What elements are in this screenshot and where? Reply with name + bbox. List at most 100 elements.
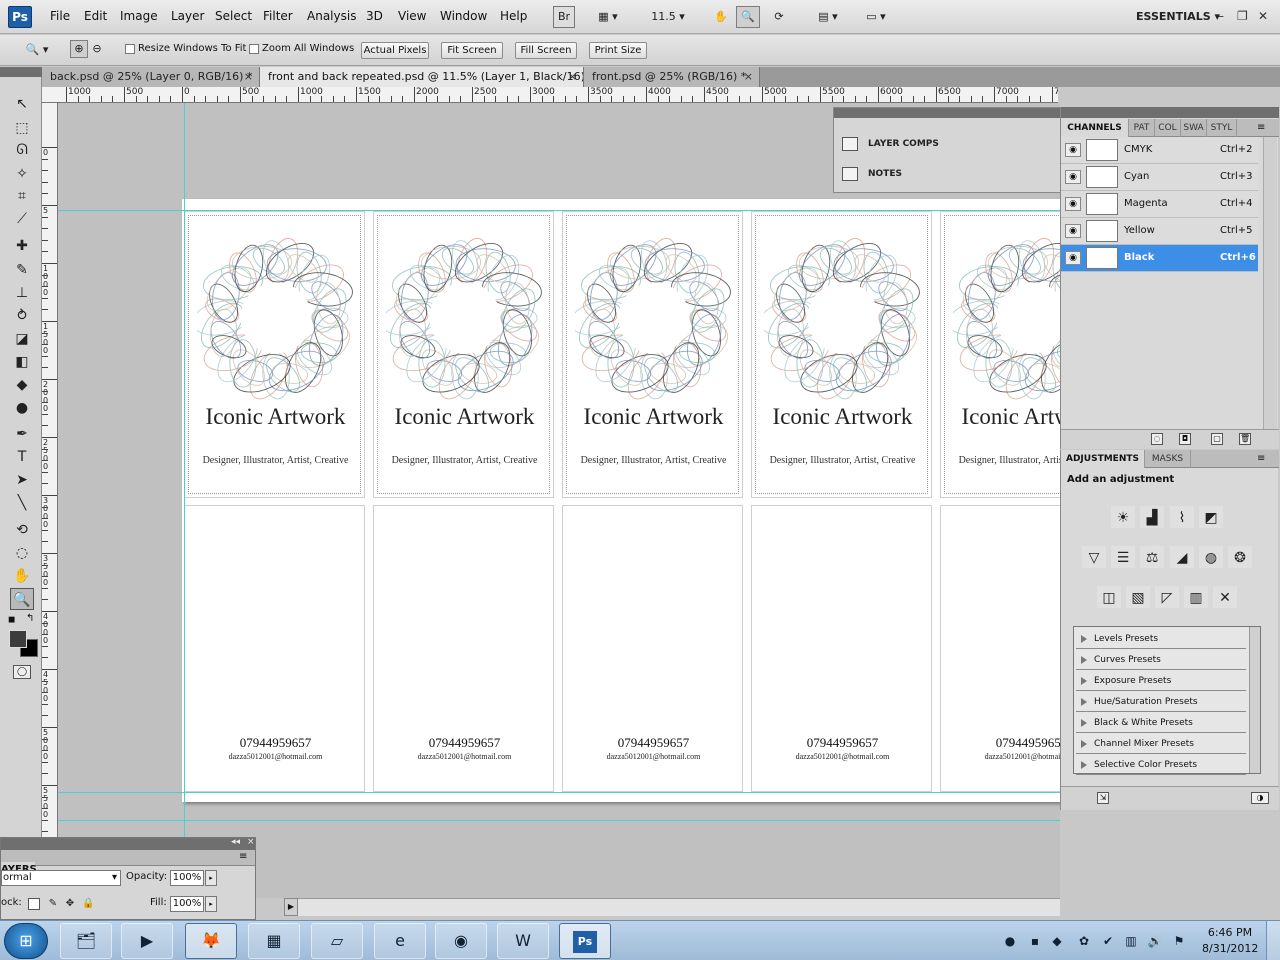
clip-to-layer-icon[interactable]: ◑ bbox=[1251, 792, 1269, 804]
hand-tool-icon[interactable]: ✋ bbox=[709, 6, 733, 28]
menu-help[interactable]: Help bbox=[500, 9, 527, 23]
3d-rotate-tool-icon[interactable]: ⟲ bbox=[10, 519, 34, 541]
tab-paths[interactable]: PAT bbox=[1129, 119, 1155, 137]
menu-image[interactable]: Image bbox=[120, 9, 158, 23]
lock-pixels-icon[interactable]: ✎ bbox=[47, 898, 59, 910]
posterize-icon[interactable]: ▧ bbox=[1126, 586, 1150, 608]
marquee-tool-icon[interactable]: ⬚ bbox=[10, 117, 34, 139]
clock-time[interactable]: 6:46 PM bbox=[1202, 926, 1258, 939]
zoom-level-dropdown[interactable]: 11.5 ▾ bbox=[646, 6, 690, 28]
explorer-taskbar-icon[interactable]: 🗂 bbox=[60, 923, 112, 959]
fill-field[interactable]: 100% bbox=[170, 896, 204, 912]
crop-tool-icon[interactable]: ⌗ bbox=[10, 185, 34, 207]
document-horizontal-scrollbar[interactable] bbox=[285, 898, 1060, 916]
channel-row-cmyk[interactable]: ◉ CMYK Ctrl+2 bbox=[1061, 137, 1258, 164]
clone-stamp-tool-icon[interactable]: ⊥ bbox=[10, 282, 34, 304]
new-channel-icon[interactable]: ▢ bbox=[1211, 433, 1223, 445]
disclosure-triangle-icon[interactable] bbox=[1081, 677, 1087, 685]
panel-menu-icon[interactable]: ≡ bbox=[1257, 122, 1265, 133]
panel-header[interactable] bbox=[1061, 107, 1279, 118]
disclosure-triangle-icon[interactable] bbox=[1081, 656, 1087, 664]
3d-orbit-tool-icon[interactable]: ◌ bbox=[10, 542, 34, 564]
tab-front-psd[interactable]: front.psd @ 25% (RGB/16) * × bbox=[584, 67, 760, 87]
path-selection-tool-icon[interactable]: ➤ bbox=[10, 469, 34, 491]
visibility-eye-icon[interactable]: ◉ bbox=[1065, 251, 1081, 265]
exposure-icon[interactable]: ◩ bbox=[1199, 506, 1223, 528]
volume-tray-icon[interactable]: 🔊 bbox=[1147, 933, 1163, 949]
opacity-slider-toggle[interactable]: ▸ bbox=[205, 870, 217, 886]
foreground-color-swatch[interactable] bbox=[9, 630, 27, 648]
load-channel-selection-icon[interactable]: ◌ bbox=[1151, 433, 1163, 445]
guide-horizontal[interactable] bbox=[58, 210, 1060, 211]
disclosure-triangle-icon[interactable] bbox=[1081, 719, 1087, 727]
internet-explorer-taskbar-icon[interactable]: e bbox=[374, 923, 426, 959]
visibility-eye-icon[interactable]: ◉ bbox=[1065, 170, 1081, 184]
tab-adjustments[interactable]: ADJUSTMENTS bbox=[1061, 450, 1145, 468]
menu-view[interactable]: View bbox=[398, 9, 426, 23]
eraser-tool-icon[interactable]: ◪ bbox=[10, 328, 34, 350]
swap-colors-icon[interactable]: ↰ bbox=[26, 613, 34, 624]
black-white-icon[interactable]: ◢ bbox=[1170, 546, 1194, 568]
firefox-taskbar-icon[interactable]: 🦊 bbox=[185, 923, 237, 959]
chrome-taskbar-icon[interactable]: ◉ bbox=[435, 923, 487, 959]
toolbox-header[interactable] bbox=[0, 67, 42, 77]
history-brush-tool-icon[interactable]: ⥁ bbox=[10, 305, 34, 327]
close-icon[interactable]: ✕ bbox=[1258, 9, 1268, 23]
notes-button[interactable]: NOTES bbox=[842, 162, 902, 186]
clock-date[interactable]: 8/31/2012 bbox=[1202, 942, 1258, 955]
preset-item[interactable]: Selective Color Presets bbox=[1076, 755, 1246, 775]
actual-pixels-button[interactable]: Actual Pixels bbox=[361, 42, 429, 59]
zoom-in-icon[interactable]: ⊕ bbox=[70, 40, 88, 58]
zoom-all-windows-checkbox[interactable] bbox=[249, 44, 259, 54]
vibrance-icon[interactable]: ▽ bbox=[1082, 546, 1106, 568]
preset-item[interactable]: Black & White Presets bbox=[1076, 713, 1246, 733]
blend-mode-select[interactable]: ormal ▾ bbox=[1, 870, 121, 886]
magic-wand-tool-icon[interactable]: ✧ bbox=[10, 163, 34, 185]
opacity-field[interactable]: 100% bbox=[170, 870, 204, 886]
preset-item[interactable]: Channel Mixer Presets bbox=[1076, 734, 1246, 754]
photo-filter-icon[interactable]: ◍ bbox=[1199, 546, 1223, 568]
zoom-tool-icon[interactable]: 🔍 bbox=[10, 588, 34, 610]
collapse-icon[interactable]: ◂◂ bbox=[231, 837, 240, 847]
zoom-out-icon[interactable]: ⊖ bbox=[88, 40, 106, 58]
preset-item[interactable]: Exposure Presets bbox=[1076, 671, 1246, 691]
threshold-icon[interactable]: ◸ bbox=[1155, 586, 1179, 608]
media-player-taskbar-icon[interactable]: ▶ bbox=[121, 923, 173, 959]
disclosure-triangle-icon[interactable] bbox=[1081, 635, 1087, 643]
tab-front-and-back[interactable]: front and back repeated.psd @ 11.5% (Lay… bbox=[260, 67, 584, 87]
disclosure-triangle-icon[interactable] bbox=[1081, 698, 1087, 706]
menu-filter[interactable]: Filter bbox=[263, 9, 293, 23]
action-center-tray-icon[interactable]: ⚑ bbox=[1171, 933, 1187, 949]
selective-color-icon[interactable]: ✕ bbox=[1213, 586, 1237, 608]
lock-all-icon[interactable]: 🔒 bbox=[82, 898, 94, 910]
arrange-documents-button[interactable]: ▤ ▾ bbox=[810, 6, 846, 28]
menu-file[interactable]: File bbox=[50, 9, 70, 23]
canvas-area[interactable]: Iconic Artwork Designer, Illustrator, Art… bbox=[58, 103, 1060, 898]
start-button[interactable]: ⊞ bbox=[4, 923, 48, 959]
print-size-button[interactable]: Print Size bbox=[589, 42, 647, 59]
return-to-list-icon[interactable]: ⇲ bbox=[1097, 792, 1109, 804]
pen-tool-icon[interactable]: ✒ bbox=[10, 423, 34, 445]
layer-comps-button[interactable]: LAYER COMPS bbox=[842, 132, 939, 156]
disclosure-triangle-icon[interactable] bbox=[1081, 740, 1087, 748]
show-desktop-button[interactable] bbox=[1266, 921, 1280, 960]
panel-header[interactable]: ◂◂ × bbox=[1, 837, 255, 850]
preset-item[interactable]: Hue/Saturation Presets bbox=[1076, 692, 1246, 712]
guide-vertical[interactable] bbox=[184, 103, 185, 898]
scroll-left-arrow-icon[interactable]: ▶ bbox=[284, 898, 298, 916]
hand-tool-icon[interactable]: ✋ bbox=[10, 565, 34, 587]
tab-swatches[interactable]: SWA bbox=[1181, 119, 1207, 137]
panel-menu-icon[interactable]: ≡ bbox=[239, 851, 247, 862]
tab-masks[interactable]: MASKS bbox=[1145, 450, 1191, 468]
notepad-taskbar-icon[interactable]: ▱ bbox=[311, 923, 363, 959]
invert-icon[interactable]: ◫ bbox=[1097, 586, 1121, 608]
brightness-contrast-icon[interactable]: ☀ bbox=[1111, 506, 1135, 528]
save-selection-icon[interactable]: ◘ bbox=[1179, 433, 1191, 445]
levels-icon[interactable]: ▟ bbox=[1140, 506, 1164, 528]
visibility-eye-icon[interactable]: ◉ bbox=[1065, 197, 1081, 211]
minimize-icon[interactable]: – bbox=[1218, 9, 1224, 23]
word-taskbar-icon[interactable]: W bbox=[497, 923, 549, 959]
lasso-tool-icon[interactable]: ᘏ bbox=[10, 139, 34, 161]
brush-tool-icon[interactable]: ✎ bbox=[10, 259, 34, 281]
calculator-taskbar-icon[interactable]: ▦ bbox=[248, 923, 300, 959]
